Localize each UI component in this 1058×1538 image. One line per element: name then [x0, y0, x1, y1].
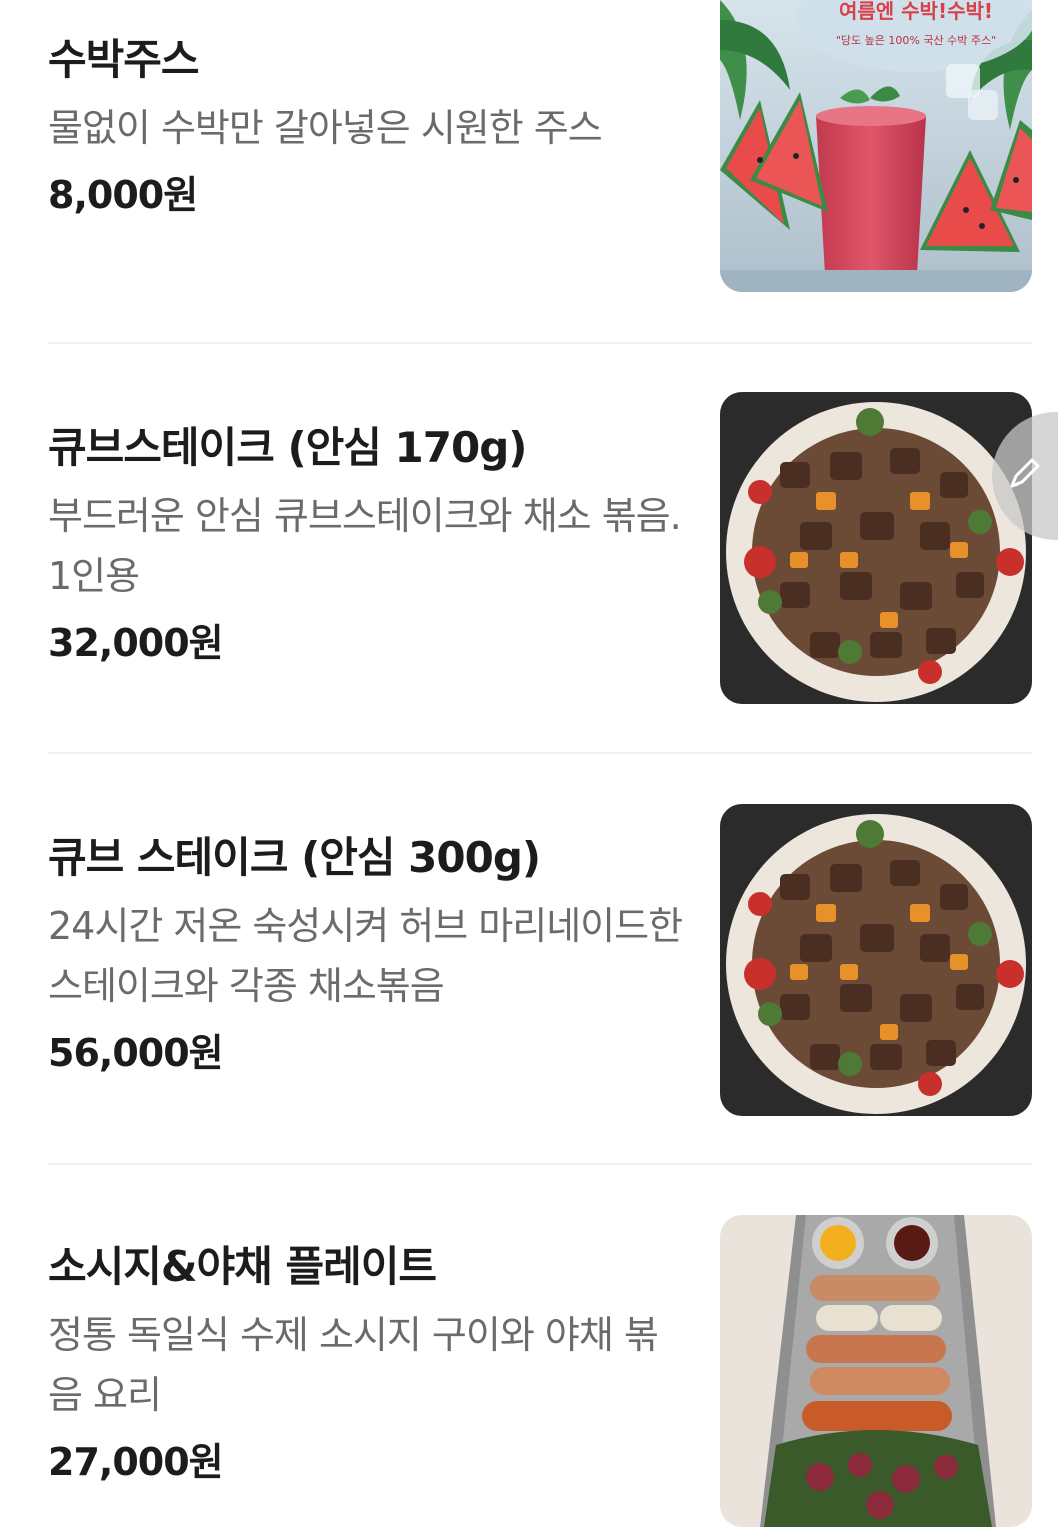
menu-item-price: 56,000원	[48, 1031, 224, 1075]
menu-item-name: 큐브 스테이크 (안심 300g)	[48, 833, 541, 882]
menu-item-sausage-plate[interactable]: 소시지&야채 플레이트 정통 독일식 수제 소시지 구이와 야채 볶음 요리 2…	[48, 1215, 1032, 1527]
menu-item-image[interactable]	[720, 1215, 1032, 1527]
menu-item-text: 소시지&야채 플레이트 정통 독일식 수제 소시지 구이와 야채 볶음 요리 2…	[48, 1241, 688, 1487]
sausage-plate-photo	[720, 1215, 1032, 1527]
menu-item-description: 물없이 수박만 갈아넣은 시원한 주스	[48, 106, 603, 150]
cube-steak-photo	[720, 392, 1032, 704]
menu-item-text: 큐브스테이크 (안심 170g) 부드러운 안심 큐브스테이크와 채소 볶음. …	[48, 422, 688, 668]
menu-item-cube-steak-170[interactable]: 큐브스테이크 (안심 170g) 부드러운 안심 큐브스테이크와 채소 볶음. …	[48, 392, 1032, 704]
menu-item-name: 수박주스	[48, 35, 200, 84]
pencil-icon	[1006, 456, 1042, 496]
menu-item-image[interactable]: 여름엔 수박!수박! "당도 높은 100% 국산 수박 주스"	[720, 0, 1032, 292]
menu-item-description: 부드러운 안심 큐브스테이크와 채소 볶음. 1인용	[48, 494, 682, 598]
menu-item-image[interactable]	[720, 392, 1032, 704]
watermelon-juice-photo: 여름엔 수박!수박! "당도 높은 100% 국산 수박 주스"	[720, 0, 1032, 292]
menu-item-description: 24시간 저온 숙성시켜 허브 마리네이드한 스테이크와 각종 채소볶음	[48, 904, 683, 1008]
menu-item-text: 큐브 스테이크 (안심 300g) 24시간 저온 숙성시켜 허브 마리네이드한…	[48, 832, 688, 1078]
divider	[48, 1163, 1032, 1165]
menu-item-text: 수박주스 물없이 수박만 갈아넣은 시원한 주스 8,000원	[48, 34, 688, 220]
cube-steak-photo	[720, 804, 1032, 1116]
divider	[48, 342, 1032, 344]
menu-item-name: 큐브스테이크 (안심 170g)	[48, 423, 528, 472]
menu-item-price: 27,000원	[48, 1440, 224, 1484]
menu-item-name: 소시지&야채 플레이트	[48, 1242, 437, 1291]
menu-item-price: 8,000원	[48, 173, 198, 217]
menu-item-description: 정통 독일식 수제 소시지 구이와 야채 볶음 요리	[48, 1313, 659, 1417]
menu-item-cube-steak-300[interactable]: 큐브 스테이크 (안심 300g) 24시간 저온 숙성시켜 허브 마리네이드한…	[48, 804, 1032, 1116]
banner-title: 여름엔 수박!수박!	[839, 0, 993, 23]
menu-item-image[interactable]	[720, 804, 1032, 1116]
banner-subtitle: "당도 높은 100% 국산 수박 주스"	[836, 34, 996, 47]
divider	[48, 752, 1032, 754]
menu-item-price: 32,000원	[48, 621, 224, 665]
menu-item-watermelon-juice[interactable]: 수박주스 물없이 수박만 갈아넣은 시원한 주스 8,000원 여름엔 수박!수…	[48, 0, 1032, 300]
